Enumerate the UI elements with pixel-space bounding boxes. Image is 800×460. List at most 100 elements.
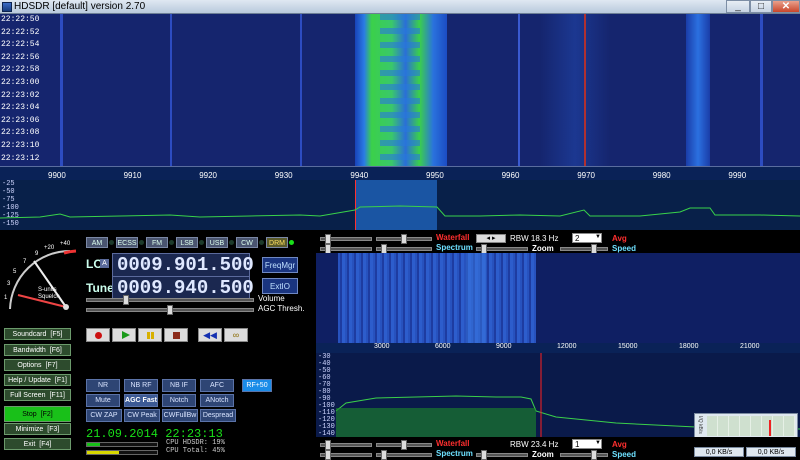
af-speed-slider[interactable]: [560, 450, 608, 460]
io-rate-panel: I/Q kB/s: [694, 413, 798, 437]
mode-buttons: AM ECSS FM LSB USB CW DRM: [86, 237, 306, 249]
loop-button[interactable]: ∞: [224, 328, 248, 342]
side-button-options[interactable]: Options [F7]: [4, 359, 71, 371]
time-label: 22:22:56: [1, 52, 40, 62]
dsp-button-nb-rf[interactable]: NB RF: [124, 379, 158, 392]
time-label: 22:22:50: [1, 15, 40, 24]
af-frequency-tick: 21000: [740, 343, 760, 350]
dsp-button-afc[interactable]: AFC: [200, 379, 234, 392]
rf-display-controls: Waterfall Spectrum ◂ ▸ RBW 18.3 Hz 2 ▼ Av…: [316, 231, 800, 254]
window-title: HDSDR [default] version 2.70: [14, 1, 146, 12]
s-scale-5: 5: [13, 269, 17, 275]
af-waterfall-slider-2[interactable]: [376, 440, 432, 450]
af-spectrum-slider-2[interactable]: [376, 450, 432, 460]
mode-button-drm[interactable]: DRM: [266, 237, 288, 248]
s-scale-7: 7: [23, 259, 27, 265]
side-button-exit[interactable]: Exit [F4]: [4, 438, 71, 450]
mode-indicator-icon: [109, 240, 114, 245]
record-icon: [95, 332, 102, 339]
af-frequency-tick: 15000: [618, 343, 638, 350]
dsp-button-nb-if[interactable]: NB IF: [162, 379, 196, 392]
close-window-button[interactable]: ✕: [772, 0, 800, 13]
side-button-key: [F4]: [39, 441, 52, 448]
main-spectrum[interactable]: -25 -50 -75 -100 -125 -150: [0, 180, 800, 230]
time-label: 22:23:10: [1, 141, 40, 150]
mode-button-cw[interactable]: CW: [236, 237, 258, 248]
time-label: 22:22:54: [1, 40, 40, 50]
side-button-label: Help / Update: [8, 377, 51, 384]
mode-indicator-icon: [289, 240, 294, 245]
rbw-arrows[interactable]: ◂ ▸: [476, 234, 506, 243]
af-spectrum[interactable]: -30 -40 -50 -60 -70 -80 -90 -100 -110 -120 -130 -14…: [316, 353, 800, 437]
side-button-bandwidth[interactable]: Bandwidth [F6]: [4, 344, 71, 356]
s-scale-40: +40: [60, 241, 71, 247]
af-waterfall-slider-1[interactable]: [320, 440, 372, 450]
side-button-label: Full Screen: [10, 392, 46, 399]
loop-icon: ∞: [232, 330, 240, 340]
rf-waterfall-slider-1[interactable]: [320, 234, 372, 244]
dsp-button-rf-50[interactable]: RF+50: [242, 379, 272, 392]
mode-button-usb[interactable]: USB: [206, 237, 228, 248]
mode-button-lsb[interactable]: LSB: [176, 237, 198, 248]
lo-frequency[interactable]: 0009.901.500: [112, 253, 254, 277]
pause-button[interactable]: [138, 328, 162, 342]
dsp-button-cw-zap[interactable]: CW ZAP: [86, 409, 122, 422]
maximize-window-button[interactable]: □: [750, 0, 772, 13]
rf-rbw-select[interactable]: 2 ▼: [572, 233, 602, 243]
dsp-button-nr[interactable]: NR: [86, 379, 120, 392]
af-spectrum-slider-1[interactable]: [320, 450, 372, 460]
side-button-help-update[interactable]: Help / Update [F1]: [4, 374, 71, 386]
minimize-window-button[interactable]: _: [726, 0, 750, 13]
rf-rbw-label: RBW 18.3 Hz: [510, 234, 559, 243]
dsp-button-cw-peak[interactable]: CW Peak: [124, 409, 160, 422]
dsp-button-anotch[interactable]: ANotch: [200, 394, 234, 407]
side-button-minimize[interactable]: Minimize [F3]: [4, 423, 71, 435]
mode-indicator-icon: [259, 240, 264, 245]
rf-zoom-slider[interactable]: [476, 244, 528, 254]
pause-icon: [147, 332, 154, 339]
rf-spectrum-slider-1[interactable]: [320, 244, 372, 254]
play-button[interactable]: [112, 328, 136, 342]
tune-frequency[interactable]: 0009.940.500: [112, 276, 254, 300]
side-button-full-screen[interactable]: Full Screen [F11]: [4, 389, 71, 401]
db-label: -75: [2, 196, 15, 204]
dsp-button-cwfullbw[interactable]: CWFullBw: [162, 409, 198, 422]
dsp-button-despread[interactable]: Despread: [200, 409, 236, 422]
s-meter-label: S-units: [38, 287, 57, 293]
mode-button-ecss[interactable]: ECSS: [116, 237, 138, 248]
agc-threshold-slider[interactable]: [86, 305, 254, 315]
main-waterfall[interactable]: [0, 14, 800, 166]
dsp-button-notch[interactable]: Notch: [162, 394, 196, 407]
time-label: 22:23:06: [1, 115, 40, 125]
side-button-stop[interactable]: Stop [F2]: [4, 406, 71, 422]
side-button-key: [F6]: [49, 347, 62, 354]
af-frequency-tick: 9000: [496, 343, 512, 350]
record-button[interactable]: [86, 328, 110, 342]
mode-button-am[interactable]: AM: [86, 237, 108, 248]
af-zoom-slider[interactable]: [476, 450, 528, 460]
extio-button[interactable]: ExtIO: [262, 278, 298, 294]
side-button-label: Stop: [22, 411, 37, 418]
freqmgr-button[interactable]: FreqMgr: [262, 257, 298, 273]
tune-label: Tune: [86, 281, 114, 295]
rf-speed-slider[interactable]: [560, 244, 608, 254]
af-waterfall[interactable]: [316, 253, 800, 343]
time-label: 22:23:04: [1, 103, 40, 113]
rewind-button[interactable]: ◀◀: [198, 328, 222, 342]
stop-playback-button[interactable]: [164, 328, 188, 342]
dsp-button-mute[interactable]: Mute: [86, 394, 120, 407]
volume-slider[interactable]: [86, 295, 254, 305]
lo-a-button[interactable]: A: [100, 259, 109, 268]
dsp-button-agc-fast[interactable]: AGC Fast: [124, 394, 158, 407]
side-button-soundcard[interactable]: Soundcard [F5]: [4, 328, 71, 340]
frequency-tick: 9990: [728, 171, 747, 180]
frequency-tick: 9910: [123, 171, 142, 180]
frequency-scale[interactable]: 9900 9910 9920 9930 9940 9950 9960 9970 9980 9990: [0, 166, 800, 180]
rf-spectrum-slider-2[interactable]: [376, 244, 432, 254]
rf-waterfall-slider-2[interactable]: [376, 234, 432, 244]
af-rbw-select[interactable]: 1 ▼: [572, 439, 602, 449]
mode-button-fm[interactable]: FM: [146, 237, 168, 248]
af-display-controls: Waterfall Spectrum RBW 23.4 Hz 1 ▼ Avg Zo…: [316, 437, 800, 460]
rewind-icon: ◀◀: [203, 330, 217, 340]
af-frequency-tick: 12000: [557, 343, 577, 350]
